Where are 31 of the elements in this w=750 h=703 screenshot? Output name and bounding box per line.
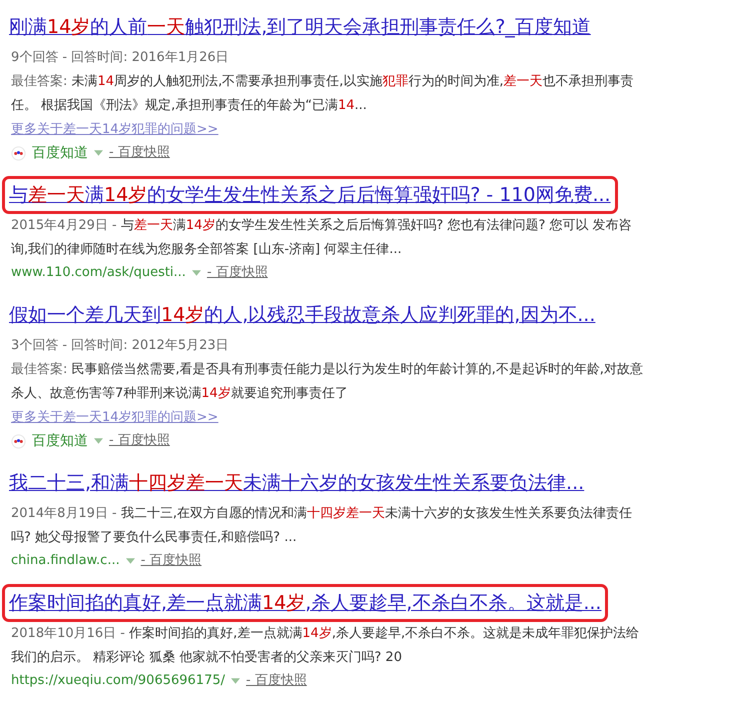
result-snippet: 2014年8月19日 - 我二十三,在双方自愿的情况和满十四岁差一天未满十六岁的女孩发生性关系要负法律责任吗? 她父母报警了要负什么民事责任,和赔偿吗? ...	[10, 505, 634, 547]
caret-icon[interactable]	[192, 270, 201, 276]
snapshot-link[interactable]: - 百度快照	[109, 430, 170, 452]
result-url: https://xueqiu.com/9065696175/	[11, 672, 225, 690]
result-snippet: 最佳答案: 民事赔偿当然需要,看是否具有刑事责任能力是以行为发生时的年龄计算的,不是起诉时的年龄,对故意杀人、故意伤害等7种罪刑来说满14岁就要追究刑事责任了	[10, 361, 644, 403]
more-questions-link[interactable]: 更多关于差一天14岁犯罪的问题>>	[11, 118, 218, 142]
result-snippet: 2018年10月16日 - 作案时间掐的真好,差一点就满14岁,杀人要趁早,不杀白不杀。这就是未成年罪犯保护法给我们的启示。 精彩评论 狐桑 他家就不怕受害者的父亲来灭门吗? 20	[10, 625, 640, 667]
site-logo-icon	[11, 146, 26, 160]
caret-icon[interactable]	[94, 438, 103, 444]
caret-icon[interactable]	[126, 558, 135, 564]
answer-meta: 9个回答 - 回答时间: 2016年1月26日	[10, 49, 230, 67]
result-title-link[interactable]: 作案时间掐的真好,差一点就满14岁,杀人要趁早,不杀白不杀。这就是...	[9, 592, 602, 614]
snapshot-link[interactable]: - 百度快照	[140, 550, 202, 572]
result-url: china.findlaw.c...	[11, 552, 120, 570]
caret-icon[interactable]	[94, 150, 103, 156]
result-url: www.110.com/ask/questi...	[11, 264, 186, 282]
site-logo-icon	[11, 434, 26, 448]
more-questions-link[interactable]: 更多关于差一天14岁犯罪的问题>>	[11, 406, 218, 430]
result-title-link[interactable]: 我二十三,和满十四岁差一天未满十六岁的女孩发生性关系要负法律...	[9, 472, 584, 494]
source-name: 百度知道	[32, 144, 88, 163]
result-title-link[interactable]: 刚满14岁的人前一天触犯刑法,到了明天会承担刑事责任么?_百度知道	[9, 16, 591, 38]
result-snippet: 最佳答案: 未满14周岁的人触犯刑法,不需要承担刑事责任,以实施犯罪行为的时间为准,差一天也不承担刑事责任。 根据我国《刑法》规定,承担刑事责任的年龄为“已满14...	[10, 73, 634, 115]
caret-icon[interactable]	[231, 678, 240, 684]
source-name: 百度知道	[32, 432, 88, 451]
snapshot-link[interactable]: - 百度快照	[109, 142, 170, 164]
answer-meta: 3个回答 - 回答时间: 2012年5月23日	[10, 337, 230, 355]
result-title-link[interactable]: 假如一个差几天到14岁的人,以残忍手段故意杀人应判死罪的,因为不...	[9, 304, 596, 326]
snapshot-link[interactable]: - 百度快照	[246, 670, 307, 692]
result-title-link[interactable]: 与差一天满14岁的女学生发生性关系之后后悔算强奸吗? - 110网免费...	[9, 184, 611, 206]
snapshot-link[interactable]: - 百度快照	[206, 262, 268, 284]
result-snippet: 2015年4月29日 - 与差一天满14岁的女学生发生性关系之后后悔算强奸吗? 您也有法律问题? 您可以 发布咨询,我们的律师随时在线为您服务全部答案 [山东-济南] 何翠主任律...	[10, 217, 633, 259]
